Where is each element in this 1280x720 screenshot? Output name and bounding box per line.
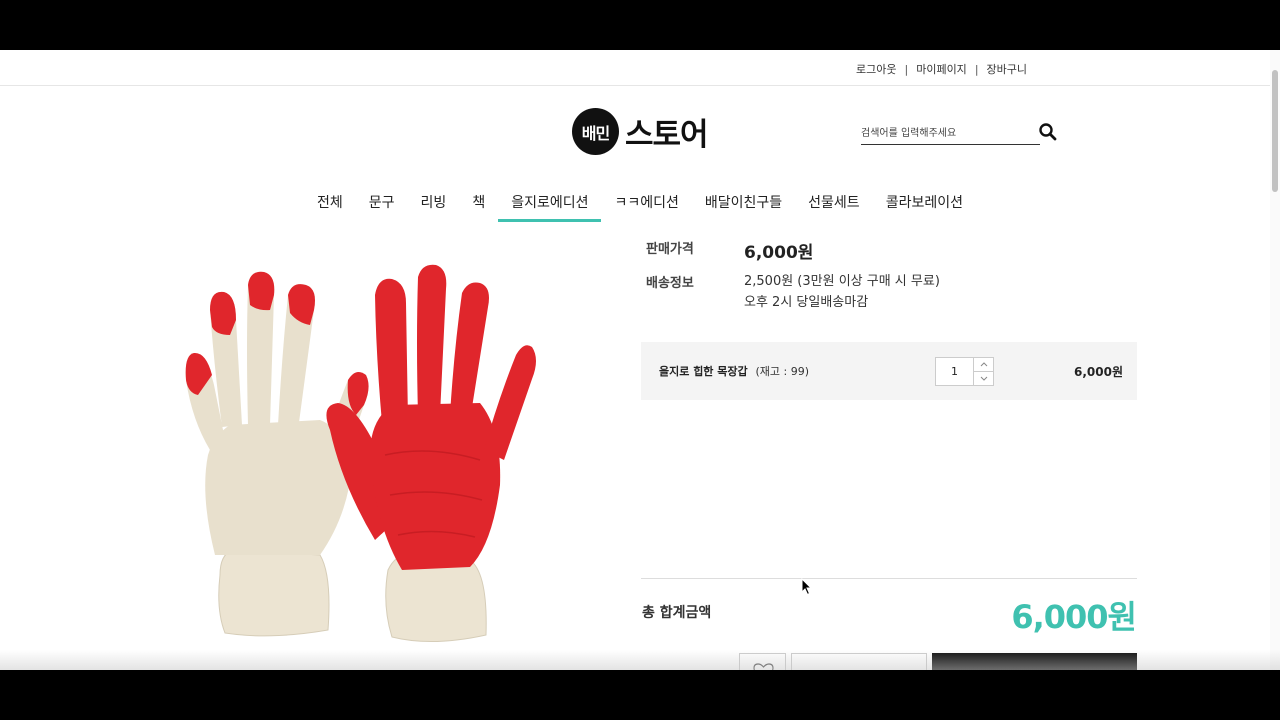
nav-item-gift-set[interactable]: 선물세트 xyxy=(795,186,873,222)
quantity-decrease-button[interactable] xyxy=(974,371,994,386)
scrollbar-thumb[interactable] xyxy=(1272,70,1278,192)
add-to-cart-button[interactable] xyxy=(791,653,927,670)
shipping-info: 2,500원 (3만원 이상 구매 시 무료) 오후 2시 당일배송마감 xyxy=(744,271,940,313)
separator: | xyxy=(974,62,979,76)
search-icon xyxy=(1039,123,1057,141)
mypage-link[interactable]: 마이페이지 xyxy=(916,61,967,77)
product-image xyxy=(185,264,536,642)
divider xyxy=(641,578,1137,579)
buy-now-button[interactable] xyxy=(932,653,1137,670)
option-stock: (재고 : 99) xyxy=(755,365,809,378)
category-nav: 전체 문구 리빙 책 을지로에디션 ㅋㅋ에디션 배달이친구들 선물세트 콜라보레… xyxy=(0,186,1280,222)
heart-icon xyxy=(753,663,774,670)
quantity-buttons xyxy=(974,357,994,386)
shipping-label: 배송정보 xyxy=(646,276,694,291)
store-logo[interactable]: 배민 스토어 xyxy=(572,108,709,155)
search-button[interactable] xyxy=(1038,122,1058,142)
logo-text: 스토어 xyxy=(625,117,709,153)
nav-item-kk-edition[interactable]: ㅋㅋ에디션 xyxy=(601,186,691,222)
option-price: 6,000원 xyxy=(1074,365,1123,379)
nav-item-books[interactable]: 책 xyxy=(459,186,498,222)
chevron-up-icon xyxy=(980,362,987,367)
mouse-cursor-icon xyxy=(801,578,813,596)
nav-item-collaboration[interactable]: 콜라보레이션 xyxy=(873,186,976,222)
utility-bar: 로그아웃 | 마이페이지 | 장바구니 xyxy=(0,50,1280,86)
shipping-fee: 2,500원 (3만원 이상 구매 시 무료) xyxy=(744,274,940,289)
right-glove xyxy=(326,264,536,642)
nav-item-baedal-friends[interactable]: 배달이친구들 xyxy=(692,186,795,222)
selected-option: 을지로 힙한 목장갑 (재고 : 99) 1 6,000원 xyxy=(641,342,1137,400)
nav-item-euljiro-edition[interactable]: 을지로에디션 xyxy=(498,186,602,222)
shipping-cutoff: 오후 2시 당일배송마감 xyxy=(744,295,869,310)
separator: | xyxy=(904,62,909,76)
price-label: 판매가격 xyxy=(646,242,694,257)
chevron-down-icon xyxy=(980,376,987,381)
total-label: 총 합계금액 xyxy=(642,605,712,621)
logo-badge: 배민 xyxy=(572,108,619,155)
quantity-input[interactable]: 1 xyxy=(935,357,974,386)
scrollbar[interactable] xyxy=(1270,50,1280,670)
wishlist-button[interactable] xyxy=(739,653,786,670)
nav-item-all[interactable]: 전체 xyxy=(304,186,356,222)
nav-item-stationery[interactable]: 문구 xyxy=(356,186,408,222)
utility-links: 로그아웃 | 마이페이지 | 장바구니 xyxy=(856,61,1027,77)
price-value: 6,000원 xyxy=(744,243,814,263)
search-input[interactable] xyxy=(861,122,1040,145)
store-page: 로그아웃 | 마이페이지 | 장바구니 배민 스토어 전체 문구 리빙 책 을지… xyxy=(0,50,1280,670)
total-value: 6,000원 xyxy=(1011,598,1137,636)
logout-link[interactable]: 로그아웃 xyxy=(856,61,896,77)
option-name: 을지로 힙한 목장갑 xyxy=(659,365,748,378)
cart-link[interactable]: 장바구니 xyxy=(987,61,1027,77)
option-title: 을지로 힙한 목장갑 (재고 : 99) xyxy=(659,363,809,379)
search-box xyxy=(861,121,1040,145)
quantity-stepper: 1 xyxy=(935,357,994,386)
nav-item-living[interactable]: 리빙 xyxy=(408,186,460,222)
quantity-increase-button[interactable] xyxy=(974,357,994,371)
